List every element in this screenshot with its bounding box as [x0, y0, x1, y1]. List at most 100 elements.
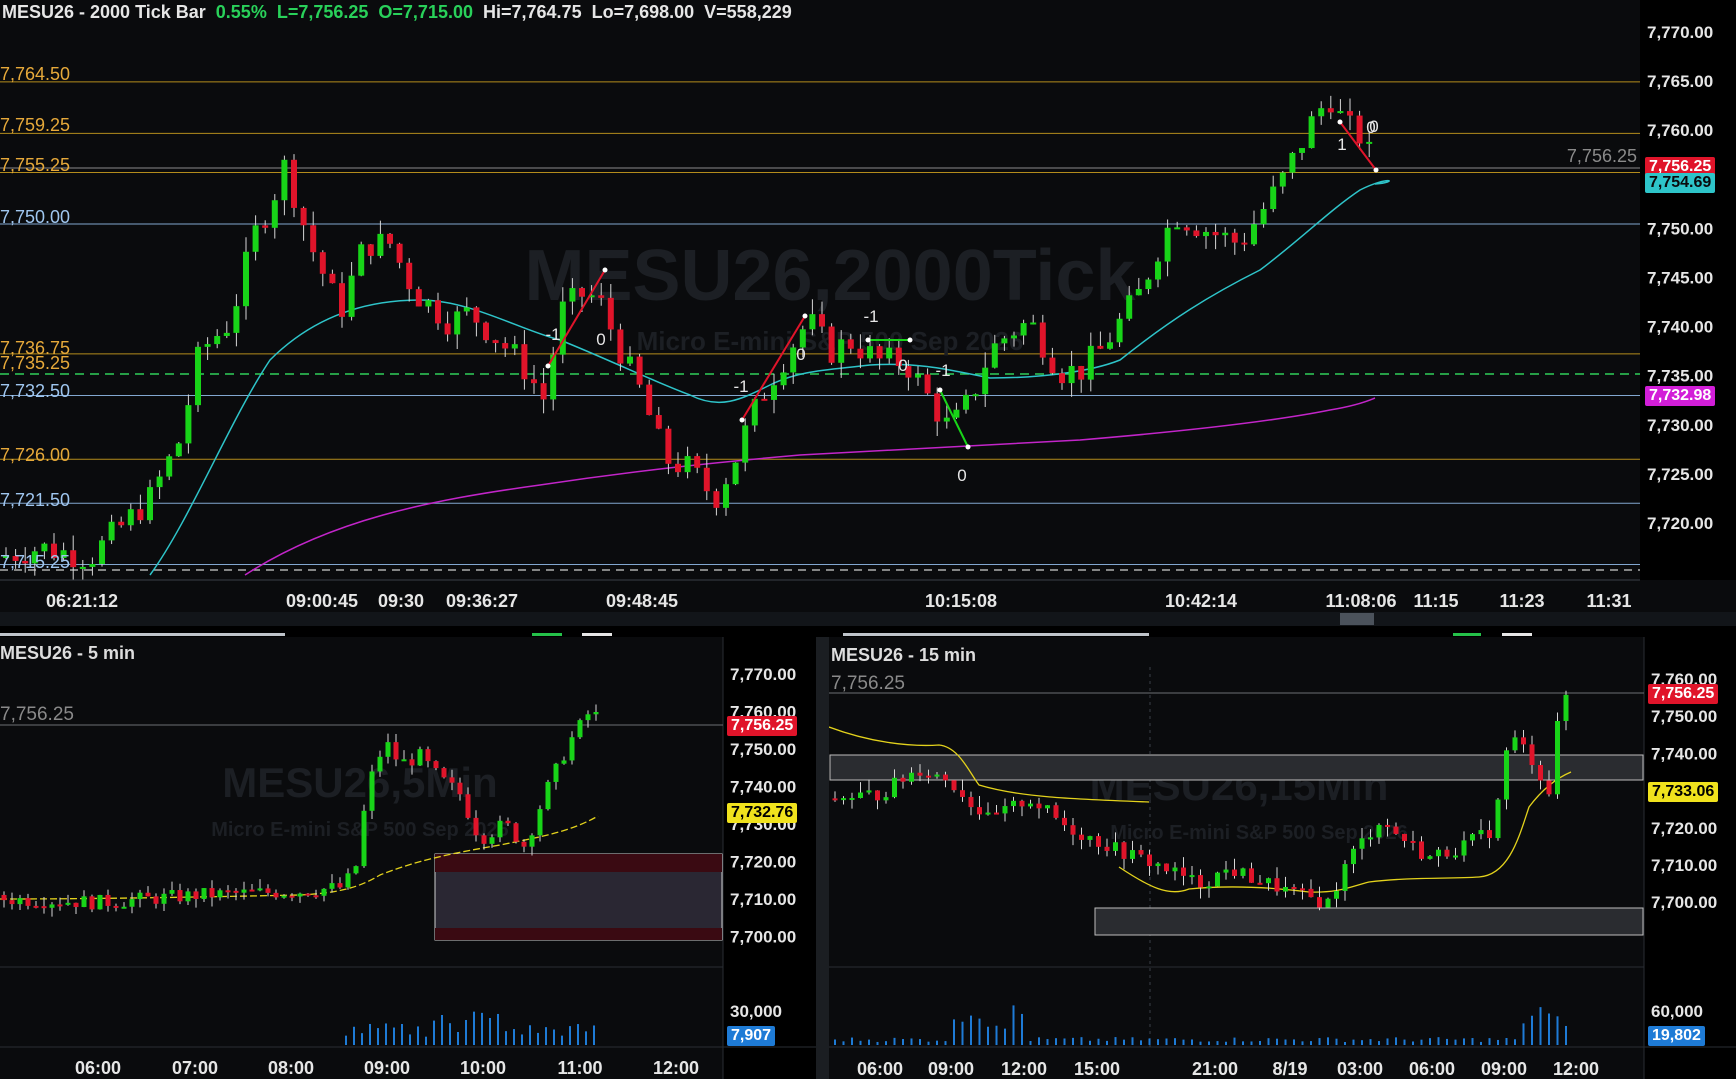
candle-up	[1299, 148, 1305, 153]
candle-up	[559, 301, 566, 355]
candle-up	[1270, 186, 1277, 210]
candle-up	[1289, 152, 1296, 173]
candle-up	[41, 543, 48, 552]
candle-up	[345, 873, 351, 888]
candle-up	[1011, 800, 1016, 807]
candle-up	[169, 890, 175, 894]
fifteen-min-canvas[interactable]: MESU26,15Min Micro E-mini S&P 500 Sep 20…	[829, 637, 1736, 1079]
candle-up	[463, 307, 470, 312]
candle-down	[1049, 357, 1056, 374]
five-min-canvas[interactable]: MESU26,5Min Micro E-mini S&P 500 Sep 202…	[0, 637, 816, 1079]
candle-down	[473, 307, 480, 323]
candle-up	[780, 372, 787, 386]
candle-down	[703, 467, 710, 492]
chart-watermark: MESU26,5Min	[222, 759, 497, 806]
candle-down	[337, 883, 343, 888]
candle-down	[1062, 817, 1067, 826]
horizontal-scrollbar[interactable]	[0, 612, 1736, 626]
swing-marker	[965, 444, 971, 450]
candle-up	[81, 896, 87, 908]
candle-up	[771, 385, 777, 400]
time-axis-label: 09:48:45	[606, 591, 678, 611]
candle-up	[1308, 116, 1315, 149]
candle-up	[185, 891, 191, 902]
candle-down	[531, 379, 537, 384]
candle-up	[1087, 836, 1093, 840]
candle-up	[529, 835, 535, 847]
candle-up	[1113, 842, 1118, 851]
candle-down	[960, 790, 965, 797]
candle-down	[1347, 111, 1353, 116]
candle-down	[465, 794, 471, 818]
time-axis-label: 10:42:14	[1165, 591, 1237, 611]
candle-up	[281, 159, 288, 201]
candle-up	[1427, 856, 1433, 859]
ma-tag: 7,733.06	[1648, 782, 1719, 802]
candle-up	[156, 476, 163, 488]
level-label: 7,726.00	[0, 445, 70, 465]
five-min-chart-pane[interactable]: MESU26,5Min Micro E-mini S&P 500 Sep 202…	[0, 637, 816, 1079]
candle-up	[838, 339, 845, 363]
candle-up	[1135, 289, 1142, 296]
time-axis-label: 12:00	[1001, 1059, 1047, 1079]
candle-up	[1155, 863, 1161, 867]
candle-up	[348, 275, 355, 317]
candle-down	[1059, 373, 1065, 384]
candle-up	[1251, 224, 1257, 245]
candle-up	[1087, 345, 1094, 380]
candle-up	[561, 760, 567, 764]
time-axis[interactable]: 06:00 09:00 12:00 15:00 21:00 8/19 03:00 06:00 0…	[857, 1059, 1599, 1079]
level-label: 7,755.25	[0, 155, 70, 175]
candle-down	[1138, 850, 1144, 855]
candle-down	[1231, 232, 1238, 243]
tick-chart-pane[interactable]: MESU26,2000Tick Micro E-mini S&P 500 Sep…	[0, 0, 1736, 635]
swing-marker	[937, 387, 943, 393]
time-axis-label: 11:31	[1586, 591, 1631, 611]
demand-zone-box	[1094, 907, 1644, 936]
time-axis[interactable]: 06:00 07:00 08:00 09:00 10:00 11:00 12:00	[75, 1058, 699, 1078]
candle-down	[492, 340, 499, 344]
candle-down	[209, 888, 215, 898]
time-axis-label: 11:08:06	[1325, 591, 1396, 611]
candle-up	[684, 456, 691, 473]
level-label: 7,732.50	[0, 381, 70, 401]
candle-up	[1512, 737, 1518, 751]
swing-label: -1	[545, 325, 560, 344]
candle-up	[161, 893, 167, 904]
price-axis-label: 7,700.00	[1651, 893, 1717, 912]
price-axis-label: 7,740.00	[1647, 318, 1713, 337]
candle-down	[1121, 842, 1127, 859]
vertical-splitter[interactable]	[816, 637, 829, 1079]
ma-fast-tag: 7,754.69	[1645, 173, 1716, 193]
time-axis-label: 09:30	[378, 591, 424, 611]
candle-down	[1444, 849, 1450, 857]
candle-down	[1419, 841, 1424, 859]
ma-tag: 7,732.76	[727, 803, 798, 823]
candle-down	[265, 888, 271, 893]
candle-down	[521, 841, 527, 847]
time-axis-label: 21:00	[1192, 1059, 1238, 1079]
candle-up	[1351, 848, 1356, 865]
candle-up	[17, 898, 23, 905]
time-axis-label: 11:00	[557, 1058, 602, 1078]
candle-up	[99, 540, 105, 564]
candle-down	[435, 300, 441, 324]
swing-marker	[739, 417, 745, 423]
chart-header: MESU26 - 2000 Tick Bar 0.55% L=7,756.25 O=7…	[2, 2, 802, 23]
swing-marker	[1373, 167, 1379, 173]
candle-down	[313, 895, 319, 898]
candle-down	[433, 761, 439, 769]
candle-up	[65, 902, 71, 905]
candle-up	[377, 233, 384, 256]
candle-down	[289, 895, 295, 898]
time-axis-label: 12:00	[653, 1058, 699, 1078]
fifteen-min-chart-pane[interactable]: MESU26,15Min Micro E-mini S&P 500 Sep 20…	[829, 637, 1736, 1079]
level-labels: 7,764.507,759.257,755.257,750.007,736.75…	[0, 64, 70, 572]
candle-up	[108, 521, 115, 541]
candle-down	[70, 550, 77, 568]
candle-down	[636, 356, 643, 385]
scrollbar-thumb[interactable]	[1340, 613, 1374, 625]
candle-down	[145, 892, 151, 897]
tick-chart-canvas[interactable]: MESU26,2000Tick Micro E-mini S&P 500 Sep…	[0, 0, 1736, 635]
candle-up	[858, 792, 863, 798]
